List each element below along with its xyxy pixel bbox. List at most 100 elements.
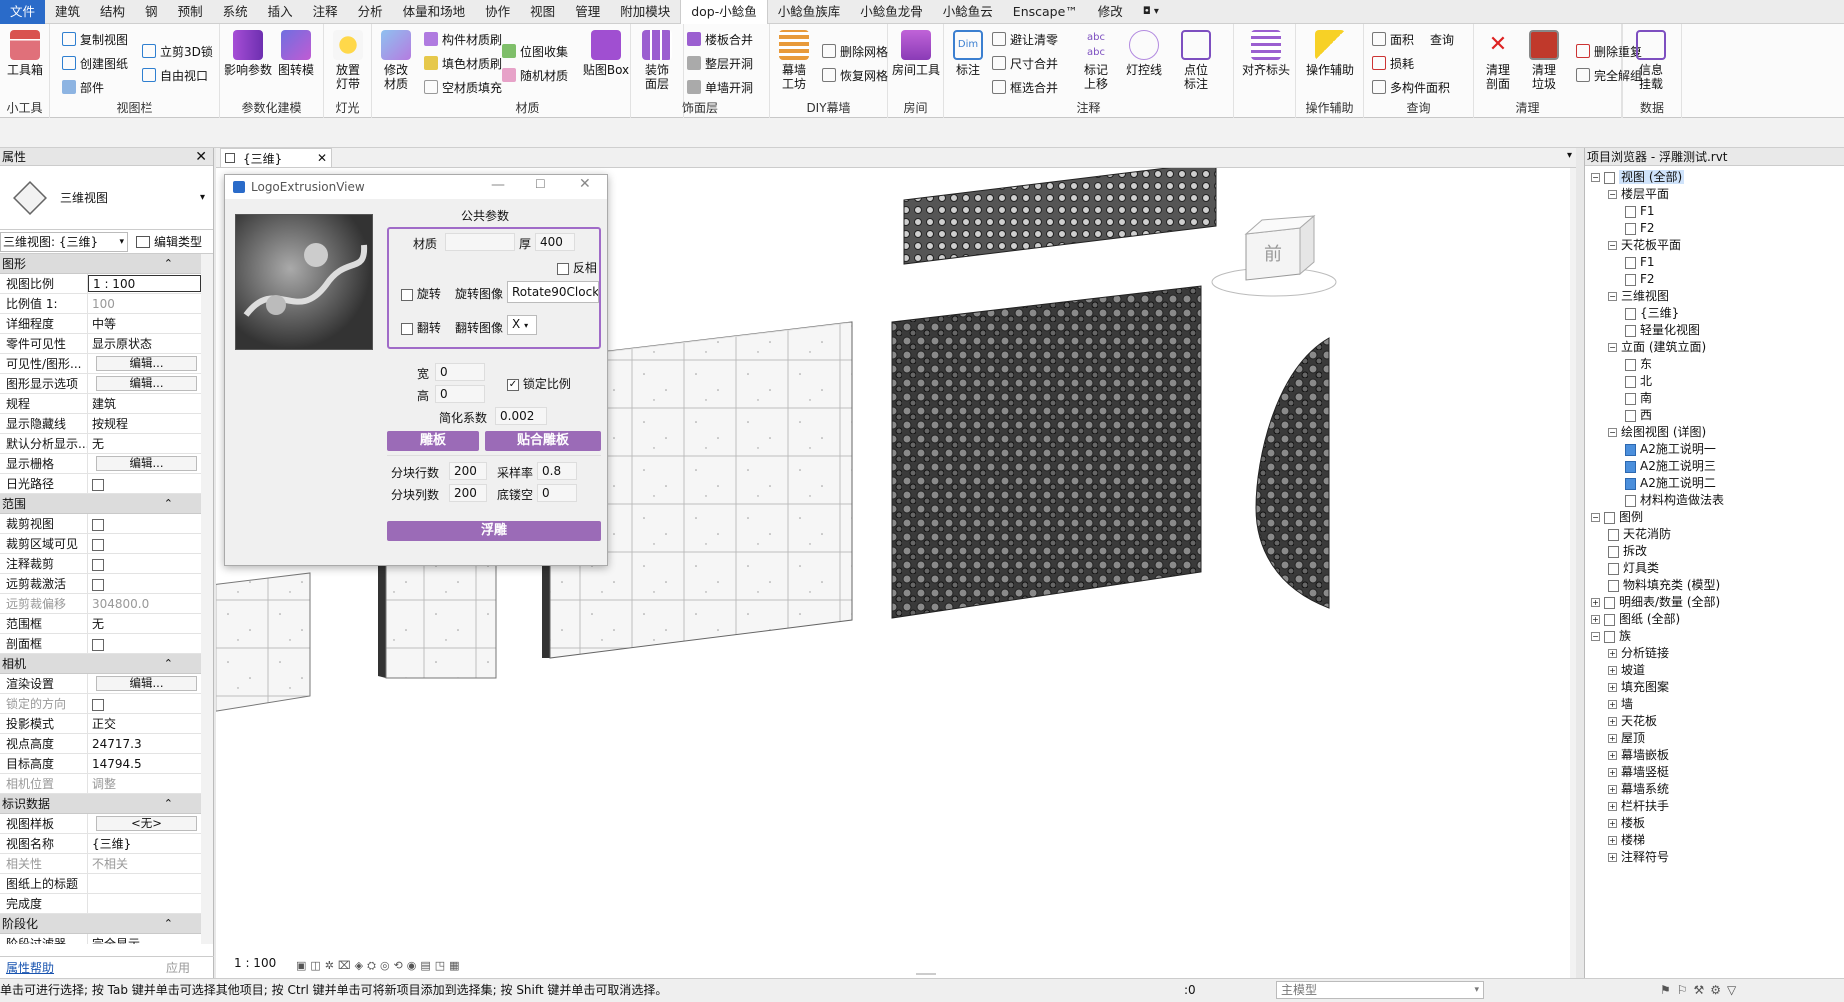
collapse-icon[interactable]: ⌃ <box>164 794 173 814</box>
collapse-icon[interactable]: − <box>1591 173 1600 182</box>
property-checkbox[interactable] <box>92 578 104 591</box>
edit-type-button[interactable]: 编辑类型 <box>136 233 202 250</box>
browser-item[interactable]: + 幕墙系统 <box>1608 780 1669 798</box>
create-sheet-button[interactable]: 创建图纸 <box>62 54 128 72</box>
menu-tab-dop[interactable]: dop-小鲶鱼 <box>680 0 768 24</box>
relief-partial[interactable] <box>1255 337 1330 609</box>
collapse-icon[interactable]: ⌃ <box>164 914 173 934</box>
browser-item[interactable]: − 天花板平面 <box>1608 236 1681 254</box>
expand-icon[interactable]: + <box>1608 734 1617 743</box>
delete-grid-button[interactable]: 删除网格 <box>822 42 888 60</box>
browser-item[interactable]: + 屋顶 <box>1608 729 1645 747</box>
width-field[interactable]: 0 <box>435 363 485 381</box>
random-material-button[interactable]: 随机材质 <box>502 66 568 84</box>
property-checkbox[interactable] <box>92 638 104 651</box>
material-field[interactable] <box>445 233 515 251</box>
tab-menu-chevron-icon[interactable]: ▾ <box>1567 150 1572 161</box>
whole-open-button[interactable]: 整层开洞 <box>687 54 753 72</box>
wall-panel-small[interactable] <box>185 572 311 717</box>
clean-trash-button[interactable]: 清理 垃圾 <box>1520 30 1568 91</box>
expand-icon[interactable]: + <box>1608 666 1617 675</box>
flip-image-select[interactable]: X ▾ <box>507 315 537 335</box>
menu-tab-addins[interactable]: 附加模块 <box>610 0 680 24</box>
expand-icon[interactable]: + <box>1608 785 1617 794</box>
property-value[interactable]: <无> <box>88 814 201 833</box>
part-button[interactable]: 部件 <box>62 78 104 96</box>
place-light-strip-button[interactable]: 放置 灯带 <box>324 30 372 91</box>
browser-item[interactable]: + 幕墙竖梃 <box>1608 763 1669 781</box>
image-to-model-button[interactable]: 图转模 <box>272 30 320 77</box>
browser-item[interactable]: 轻量化视图 <box>1625 321 1700 339</box>
expand-icon[interactable]: + <box>1591 615 1600 624</box>
hollow-fill-button[interactable]: 空材质填充 <box>424 78 502 96</box>
fill-brush-button[interactable]: 填色材质刷 <box>424 54 502 72</box>
menu-tab-enscape[interactable]: Enscape™ <box>1003 0 1088 24</box>
align-tag-button[interactable]: 对齐标头 <box>1240 30 1292 77</box>
rotate-checkbox[interactable]: 旋转 <box>401 285 441 302</box>
menu-tab-collaborate[interactable]: 协作 <box>475 0 520 24</box>
collapse-icon[interactable]: ⌃ <box>164 494 173 514</box>
property-value[interactable] <box>88 694 201 713</box>
menu-tab-structure[interactable]: 结构 <box>90 0 135 24</box>
flip-checkbox[interactable]: 翻转 <box>401 319 441 336</box>
lattice-carving[interactable] <box>903 161 1217 265</box>
damage-button[interactable]: 损耗 <box>1372 54 1414 72</box>
menu-tab-insert[interactable]: 插入 <box>258 0 303 24</box>
property-checkbox[interactable] <box>92 538 104 551</box>
menu-tab-view[interactable]: 视图 <box>520 0 565 24</box>
browser-item[interactable]: + 栏杆扶手 <box>1608 797 1669 815</box>
properties-help-link[interactable]: 属性帮助 <box>6 959 54 976</box>
fit-carve-button[interactable]: 贴合雕板 <box>485 431 601 451</box>
collapse-icon[interactable]: − <box>1608 190 1617 199</box>
component-brush-button[interactable]: 构件材质刷 <box>424 30 502 48</box>
expand-icon[interactable]: + <box>1608 819 1617 828</box>
close-icon[interactable]: ✕ <box>195 148 207 166</box>
property-value[interactable]: 14794.5 <box>88 754 201 773</box>
property-value[interactable]: {三维} <box>88 834 201 853</box>
collapse-icon[interactable]: − <box>1591 632 1600 641</box>
browser-item[interactable]: − 楼层平面 <box>1608 185 1669 203</box>
browser-item[interactable]: 西 <box>1625 406 1652 424</box>
menu-tab-steel[interactable]: 钢 <box>135 0 168 24</box>
dim-merge-button[interactable]: 尺寸合并 <box>992 54 1058 72</box>
browser-item[interactable]: 东 <box>1625 355 1652 373</box>
sample-field[interactable]: 0.8 <box>537 462 577 480</box>
dim-button[interactable]: Dim 标注 <box>944 30 992 77</box>
modify-material-button[interactable]: 修改 材质 <box>372 30 420 91</box>
collapse-icon[interactable]: − <box>1608 292 1617 301</box>
expand-icon[interactable]: + <box>1608 768 1617 777</box>
clean-section-button[interactable]: ✕ 清理 剖面 <box>1474 30 1522 91</box>
toolbox-button[interactable]: 工具箱 <box>1 30 49 77</box>
property-value[interactable]: 中等 <box>88 314 201 333</box>
browser-item[interactable]: A2施工说明三 <box>1625 457 1716 475</box>
section-extents[interactable]: 范围 ⌃ <box>0 494 201 514</box>
property-value[interactable]: 按规程 <box>88 414 201 433</box>
browser-item[interactable]: F2 <box>1625 219 1655 237</box>
info-mount-button[interactable]: 信息 挂载 <box>1627 30 1675 91</box>
menu-tab-file[interactable]: 文件 <box>0 0 46 24</box>
menu-tab-systems[interactable]: 系统 <box>213 0 258 24</box>
avoid-zero-button[interactable]: 避让清零 <box>992 30 1058 48</box>
browser-item[interactable]: 北 <box>1625 372 1652 390</box>
property-value[interactable]: 建筑 <box>88 394 201 413</box>
property-value[interactable]: 显示原状态 <box>88 334 201 353</box>
browser-item[interactable]: 拆改 <box>1608 542 1647 560</box>
browser-item[interactable]: F1 <box>1625 253 1655 271</box>
relief-button[interactable]: 浮雕 <box>387 521 601 541</box>
area-button[interactable]: 面积 <box>1372 30 1414 48</box>
influence-param-button[interactable]: 影响参数 <box>224 30 272 77</box>
menu-tab-analyze[interactable]: 分析 <box>348 0 393 24</box>
expand-icon[interactable]: + <box>1608 853 1617 862</box>
cols-field[interactable]: 200 <box>449 484 487 502</box>
browser-item[interactable]: − 立面 (建筑立面) <box>1608 338 1706 356</box>
base-field[interactable]: 0 <box>537 484 577 502</box>
simplify-field[interactable]: 0.002 <box>495 407 547 425</box>
browser-item[interactable]: + 分析链接 <box>1608 644 1669 662</box>
panel-toggle-icon[interactable]: ◘ ▾ <box>1133 0 1169 24</box>
expand-icon[interactable]: + <box>1608 751 1617 760</box>
tag-up-button[interactable]: abc abc 标记 上移 <box>1072 30 1120 91</box>
collapse-icon[interactable]: − <box>1608 343 1617 352</box>
minimize-icon[interactable]: — <box>491 177 505 193</box>
texture-box-button[interactable]: 贴图Box <box>582 30 630 77</box>
maximize-icon[interactable]: ☐ <box>535 177 546 191</box>
